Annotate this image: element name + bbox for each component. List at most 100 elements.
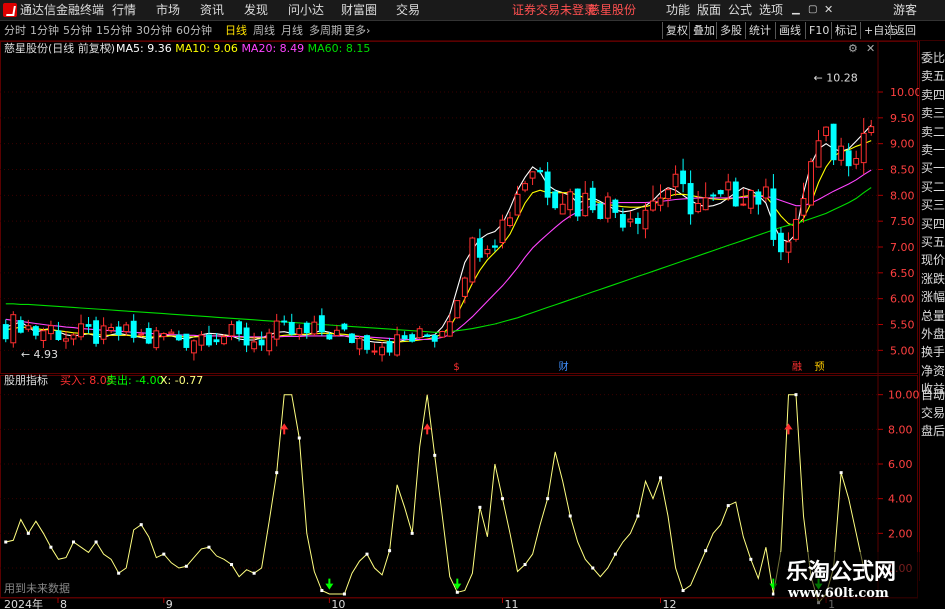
- period-tab-monthly[interactable]: 月线: [281, 22, 303, 39]
- candle-body: [695, 203, 702, 213]
- right-panel-item-2[interactable]: 卖四: [920, 86, 945, 104]
- right-panel-item-21[interactable]: 盘后: [920, 422, 945, 440]
- right-panel-item-8[interactable]: 买三: [920, 196, 945, 214]
- period-tab-15min[interactable]: 15分钟: [96, 22, 132, 39]
- indicator-point: [749, 557, 753, 561]
- future-data-note: 用到未来数据: [4, 582, 70, 595]
- candle-body: [296, 328, 303, 335]
- menu-item-wealth[interactable]: 财富圈: [341, 2, 377, 18]
- sub-tick-label: 2.00: [888, 527, 913, 540]
- menu-item-options[interactable]: 选项: [759, 2, 783, 18]
- indicator-point: [207, 545, 211, 549]
- candle-body: [740, 203, 747, 206]
- candle-body: [70, 334, 77, 340]
- right-panel-item-16[interactable]: 换手: [920, 343, 945, 361]
- right-panel-item-5[interactable]: 卖一: [920, 141, 945, 159]
- toolbar-back-button[interactable]: 返回: [890, 22, 919, 39]
- price-tick-label: 6.00: [890, 293, 915, 306]
- user-label[interactable]: 游客: [893, 2, 917, 18]
- period-tab-60min[interactable]: 60分钟: [176, 22, 212, 39]
- indicator-point: [681, 589, 685, 593]
- menu-item-ask[interactable]: 问小达: [288, 2, 324, 18]
- right-panel-item-0[interactable]: 委比: [920, 49, 945, 67]
- toolbar-adjust-button[interactable]: 复权: [662, 22, 691, 39]
- ma-legend-2: MA20: 8.49: [241, 42, 308, 55]
- price-tick-label: 8.00: [890, 189, 915, 202]
- menu-item-market2[interactable]: 市场: [156, 2, 180, 18]
- period-tab-more[interactable]: 更多: [344, 22, 366, 39]
- toolbar-mark-button[interactable]: 标记: [831, 22, 860, 39]
- period-tab-1min[interactable]: 1分钟: [30, 22, 59, 39]
- toolbar-draw-button[interactable]: 画线: [775, 22, 804, 39]
- menu-item-layout[interactable]: 版面: [697, 2, 721, 18]
- indicator-point: [659, 476, 663, 480]
- minimize-icon[interactable]: ▁: [792, 2, 800, 18]
- candle-body: [183, 333, 190, 348]
- right-panel-item-10[interactable]: 买五: [920, 233, 945, 251]
- candle-body: [349, 333, 355, 343]
- restore-icon[interactable]: ▢: [808, 2, 817, 18]
- month-label: 10: [331, 598, 345, 609]
- candle-body: [379, 346, 386, 356]
- candle-body: [612, 199, 619, 213]
- close-icon[interactable]: ✕: [824, 2, 833, 18]
- right-panel-item-15[interactable]: 外盘: [920, 325, 945, 343]
- period-toolbar: 分时 1分钟 5分钟 15分钟 30分钟 60分钟 日线 周线 月线 多周期 更…: [0, 21, 945, 41]
- menu-item-discover[interactable]: 发现: [244, 2, 268, 18]
- candle-body: [394, 334, 401, 356]
- sub-tick-label: 10.00: [888, 389, 920, 402]
- right-panel-item-17[interactable]: 净资: [920, 362, 945, 380]
- chevron-right-icon[interactable]: ›: [366, 22, 370, 39]
- menu-item-trade[interactable]: 交易: [396, 2, 420, 18]
- right-panel-item-3[interactable]: 卖三: [920, 104, 945, 122]
- candle-body: [108, 326, 115, 332]
- period-tab-30min[interactable]: 30分钟: [136, 22, 172, 39]
- candle-body: [507, 217, 513, 227]
- candle-body: [552, 191, 559, 209]
- menu-item-formula[interactable]: 公式: [728, 2, 752, 18]
- candle-body: [642, 209, 649, 230]
- candle-body: [100, 325, 107, 340]
- menu-item-news[interactable]: 资讯: [200, 2, 224, 18]
- candle-body: [491, 245, 498, 248]
- right-panel-item-1[interactable]: 卖五: [920, 67, 945, 85]
- menu-item-market[interactable]: 行情: [112, 2, 136, 18]
- month-label: 9: [166, 598, 173, 609]
- right-panel-item-14[interactable]: 总量: [920, 307, 945, 325]
- candle-body: [680, 170, 687, 185]
- candle-body: [815, 140, 822, 168]
- period-tab-daily[interactable]: 日线: [225, 22, 247, 39]
- right-panel-item-9[interactable]: 买四: [920, 215, 945, 233]
- candle-body: [424, 334, 431, 337]
- right-panel-item-19[interactable]: 自动: [920, 386, 945, 404]
- toolbar-overlay-button[interactable]: 叠加: [689, 22, 718, 39]
- period-tab-5min[interactable]: 5分钟: [63, 22, 92, 39]
- candle-body: [130, 320, 137, 338]
- sell-value: 卖出: -4.00: [106, 374, 164, 387]
- right-panel-item-11[interactable]: 现价: [920, 251, 945, 269]
- right-panel-item-20[interactable]: 交易: [920, 404, 945, 422]
- candle-body: [266, 332, 273, 352]
- toolbar-stats-button[interactable]: 统计: [745, 22, 774, 39]
- chart-close-icon[interactable]: ✕: [866, 42, 875, 55]
- candle-body: [341, 323, 348, 330]
- right-panel-item-7[interactable]: 买二: [920, 178, 945, 196]
- login-status[interactable]: 证券交易未登录: [512, 2, 596, 18]
- main-chart-frame: [0, 41, 918, 374]
- chart-canvas[interactable]: 5.00 5.50 6.00 6.50 7.00 7.50 8.00 8.50 9.00 9.50…: [0, 41, 945, 609]
- toolbar-multistock-button[interactable]: 多股: [716, 22, 745, 39]
- ma-legend-3: MA60: 8.15: [307, 42, 371, 55]
- right-panel-item-6[interactable]: 买一: [920, 159, 945, 177]
- menu-item-function[interactable]: 功能: [666, 2, 690, 18]
- period-tab-weekly[interactable]: 周线: [253, 22, 275, 39]
- sub-tick-label: 6.00: [888, 458, 913, 471]
- right-panel-item-13[interactable]: 涨幅: [920, 288, 945, 306]
- right-panel-item-4[interactable]: 卖二: [920, 123, 945, 141]
- period-tab-intraday[interactable]: 分时: [4, 22, 26, 39]
- right-panel-item-12[interactable]: 涨跌: [920, 270, 945, 288]
- chart-option-icon[interactable]: ⚙: [848, 42, 858, 55]
- period-tab-multi[interactable]: 多周期: [309, 22, 342, 39]
- toolbar-f10-button[interactable]: F10: [805, 22, 832, 39]
- chart-settings-icon[interactable]: ⊙: [104, 42, 112, 56]
- candle-body: [431, 335, 438, 342]
